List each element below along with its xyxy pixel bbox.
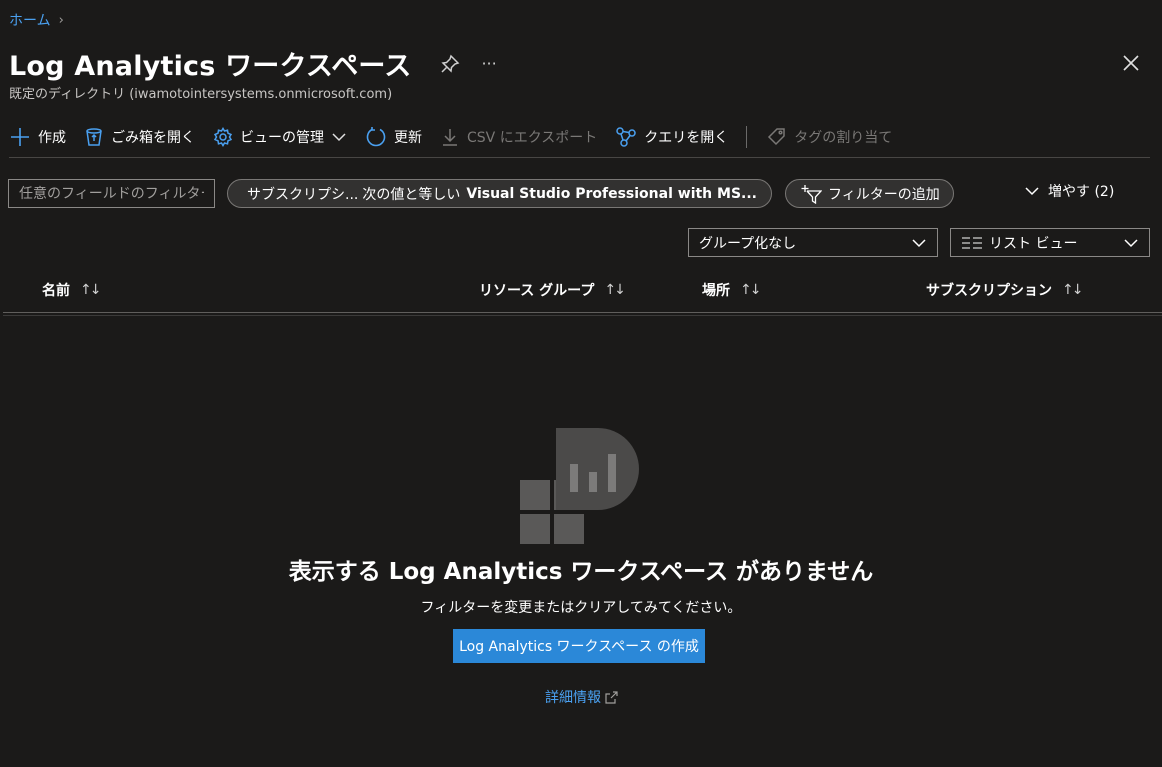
create-label: 作成 [38, 130, 66, 146]
empty-state-title: 表示する Log Analytics ワークスペース がありません [288, 559, 874, 585]
column-header-label: サブスクリプション [926, 283, 1052, 299]
create-button[interactable]: 作成 [9, 126, 66, 148]
external-link-icon [605, 690, 618, 704]
column-header-label: リソース グループ [479, 283, 595, 299]
open-query-label: クエリを開く [644, 130, 729, 146]
pin-icon[interactable] [439, 53, 461, 75]
chevron-down-icon [332, 133, 346, 142]
command-bar: 作成 ごみ箱を開く ビューの管理 更新 CSV にエクスポート クエリを開く タ… [9, 122, 910, 152]
add-filter-icon [801, 184, 822, 204]
view-type-value: リスト ビュー [989, 235, 1078, 252]
learn-more-label: 詳細情報 [545, 690, 601, 706]
add-filter-button[interactable]: フィルターの追加 [785, 179, 954, 208]
column-header-resource-group[interactable]: リソース グループ ↑↓ [479, 280, 626, 300]
add-filter-label: フィルターの追加 [828, 186, 940, 203]
expand-filters-label: 増やす (2) [1048, 184, 1115, 200]
table-header: 名前 ↑↓ リソース グループ ↑↓ 場所 ↑↓ サブスクリプション ↑↓ [0, 280, 1162, 304]
chevron-down-icon [1124, 238, 1138, 247]
grouping-dropdown[interactable]: グループ化なし [688, 228, 938, 257]
view-type-dropdown[interactable]: リスト ビュー [950, 228, 1150, 257]
assign-tags-button[interactable]: タグの割り当て [767, 127, 892, 147]
breadcrumb-home-link[interactable]: ホーム [9, 10, 51, 30]
gear-icon [213, 127, 233, 147]
plus-icon [11, 128, 29, 146]
column-header-name[interactable]: 名前 ↑↓ [42, 280, 102, 300]
list-view-icon [962, 236, 982, 249]
chevron-right-icon: › [58, 12, 64, 28]
sort-icon: ↑↓ [80, 282, 102, 298]
manage-view-label: ビューの管理 [240, 130, 324, 146]
breadcrumb: ホーム › [9, 10, 64, 30]
sort-icon: ↑↓ [1062, 282, 1084, 298]
learn-more-link[interactable]: 詳細情報 [545, 687, 618, 707]
filter-field: サブスクリプシ... [247, 186, 359, 203]
sort-icon: ↑↓ [740, 282, 762, 298]
refresh-button[interactable]: 更新 [365, 126, 422, 148]
recycle-bin-label: ごみ箱を開く [111, 130, 195, 146]
page-subtitle: 既定のディレクトリ (iwamotointersystems.onmicroso… [9, 87, 393, 102]
toolbar-divider-line [9, 157, 1150, 158]
refresh-label: 更新 [394, 130, 422, 146]
export-csv-button[interactable]: CSV にエクスポート [440, 127, 597, 147]
table-header-divider [3, 312, 1162, 313]
column-header-subscription[interactable]: サブスクリプション ↑↓ [926, 280, 1084, 300]
chevron-down-icon [1025, 187, 1039, 196]
assign-tags-label: タグの割り当て [794, 130, 893, 146]
toolbar-divider [746, 126, 748, 148]
manage-view-button[interactable]: ビューの管理 [213, 127, 347, 147]
tag-icon [768, 128, 786, 146]
filter-search-input[interactable] [8, 179, 215, 208]
page: ホーム › Log Analytics ワークスペース ··· 既定のディレクト… [0, 0, 1162, 767]
open-query-button[interactable]: クエリを開く [615, 126, 728, 148]
page-title: Log Analytics ワークスペース [9, 51, 412, 82]
empty-state-description: フィルターを変更またはクリアしてみてください。 [420, 600, 742, 616]
filter-value: Visual Studio Professional with MS... [466, 185, 757, 202]
column-header-location[interactable]: 場所 ↑↓ [702, 280, 762, 300]
title-row: Log Analytics ワークスペース ··· [9, 44, 497, 83]
subscription-filter-pill[interactable]: サブスクリプシ... 次の値と等しい Visual Studio Profess… [227, 179, 772, 208]
log-analytics-empty-icon [520, 428, 639, 544]
more-icon[interactable]: ··· [481, 54, 496, 73]
filter-operator: 次の値と等しい [362, 186, 461, 203]
close-icon[interactable] [1120, 52, 1142, 74]
refresh-icon [366, 127, 386, 147]
column-header-label: 名前 [42, 283, 70, 299]
grouping-value: グループ化なし [699, 235, 797, 252]
sort-icon: ↑↓ [604, 282, 626, 298]
column-header-label: 場所 [702, 283, 730, 299]
export-csv-label: CSV にエクスポート [467, 130, 598, 146]
open-recycle-bin-button[interactable]: ごみ箱を開く [84, 127, 195, 147]
download-icon [443, 129, 457, 146]
recycle-bin-icon [86, 128, 102, 146]
create-workspace-button[interactable]: Log Analytics ワークスペース の作成 [453, 629, 705, 663]
query-icon [616, 127, 637, 147]
expand-filters-button[interactable]: 増やす (2) [1024, 181, 1114, 201]
chevron-down-icon [912, 238, 926, 247]
